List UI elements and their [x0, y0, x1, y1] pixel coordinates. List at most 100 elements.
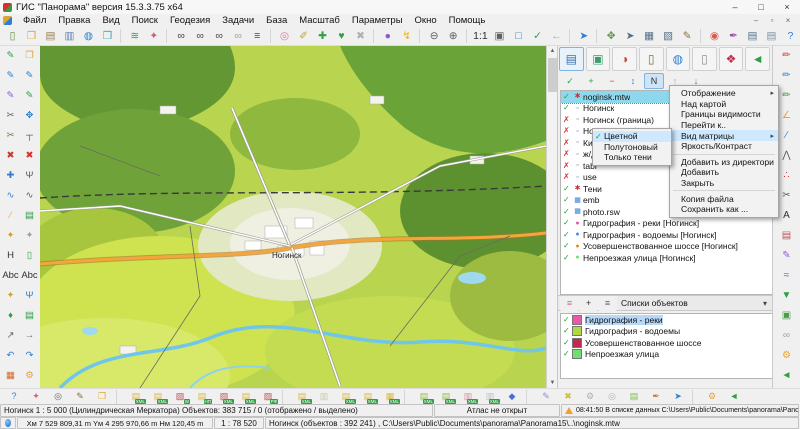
step-back-button[interactable]: ← [547, 27, 566, 45]
flag-add-button[interactable]: ▤ [623, 389, 645, 405]
zoom-out-button[interactable]: ⊖ [425, 27, 444, 45]
chevron-down-icon[interactable]: ▾ [763, 299, 767, 308]
edit-point-button[interactable]: ✎ [1, 66, 20, 86]
scroll-thumb[interactable] [548, 58, 557, 92]
tab-blank-doc-button[interactable]: ▯ [692, 47, 717, 71]
edit-blue-button[interactable]: ◆ [501, 389, 523, 405]
open-geoportal-button[interactable]: ◍ [79, 27, 98, 45]
lists-colored-button[interactable]: ≡ [560, 296, 579, 311]
visibility-on-icon[interactable]: ✓ [563, 208, 572, 216]
layer-row[interactable]: ✓●Гидрография - водоемы [Ногинск] [561, 229, 772, 241]
help-pointer-button[interactable]: ? [3, 389, 25, 405]
visibility-off-icon[interactable]: ✗ [563, 150, 572, 158]
highlight-ellipse-button[interactable]: ◎ [275, 27, 294, 45]
stamp-7-button[interactable]: ▨РФ [257, 389, 279, 405]
zoom-in-button[interactable]: ⊕ [444, 27, 463, 45]
height-tool-button[interactable]: H [1, 246, 20, 266]
sextant-button[interactable]: ✎ [69, 389, 91, 405]
select-list-button[interactable]: ▦ [640, 27, 659, 45]
geodesy-net-button[interactable]: Ψ [20, 286, 39, 306]
menu-item[interactable]: Границы видимости [670, 109, 778, 120]
scroll-up-icon[interactable]: ▲ [550, 46, 556, 56]
stamp-8-button[interactable]: ▤XML [291, 389, 313, 405]
menu-item[interactable]: Добавить из директории [670, 157, 778, 168]
object-list-row[interactable]: ✓Непроезжая улица [561, 349, 772, 361]
stamp-10-button[interactable]: ▤XML [335, 389, 357, 405]
maximize-window-button[interactable]: □ [748, 0, 774, 14]
select-screen-button[interactable]: □ [509, 27, 528, 45]
paint-box-button[interactable]: ▦ [1, 366, 20, 386]
stamp-5-button[interactable]: ▨XML [213, 389, 235, 405]
highlight-tools-button[interactable]: ✦ [25, 389, 47, 405]
visibility-on-icon[interactable]: ✓ [563, 316, 572, 324]
print-color-button[interactable]: ▤ [776, 226, 798, 246]
highlight-add-button[interactable]: ✚ [313, 27, 332, 45]
visibility-off-icon[interactable]: ✗ [563, 173, 572, 181]
diagram-button[interactable]: ♦ [1, 306, 20, 326]
undo-button[interactable]: ↶ [1, 346, 20, 366]
object-list-row[interactable]: ✓Гидрография - реки [561, 314, 772, 326]
open-dialog-button[interactable]: ❒ [20, 46, 39, 66]
funnel-button[interactable]: ✒ [645, 389, 667, 405]
visibility-on-icon[interactable]: ✓ [563, 231, 572, 239]
stamp-6-button[interactable]: ▤XML [235, 389, 257, 405]
open-data-button[interactable]: ❒ [91, 389, 113, 405]
lightning-button[interactable]: ↯ [397, 27, 416, 45]
tab-composition-button[interactable]: ◑ [612, 47, 637, 71]
scroll-down-icon[interactable]: ▼ [550, 378, 556, 388]
menu-item[interactable]: Яркость/Контраст [670, 141, 778, 152]
menu-помощь[interactable]: Помощь [443, 15, 492, 26]
menu-окно[interactable]: Окно [409, 15, 443, 26]
road-profile-button[interactable]: → [20, 326, 39, 346]
visibility-on-icon[interactable]: ✓ [563, 185, 572, 193]
export-doc-button[interactable]: ▯ [20, 246, 39, 266]
visibility-on-icon[interactable]: ✓ [563, 350, 572, 358]
sort-maps-button[interactable]: ↕ [623, 73, 643, 89]
find-object-button[interactable]: ∞ [172, 27, 191, 45]
eraser-x-button[interactable]: ✖ [557, 389, 579, 405]
camera-view-button[interactable]: ◎ [47, 389, 69, 405]
visibility-off-icon[interactable]: ✗ [563, 162, 572, 170]
cursor-select-button[interactable]: ➤ [574, 27, 593, 45]
stamp-3-button[interactable]: ▨W [169, 389, 191, 405]
lists-menu-button[interactable]: ≡ [598, 296, 617, 311]
text-abc-button[interactable]: Abc [1, 266, 20, 286]
visibility-off-icon[interactable]: ✗ [563, 127, 572, 135]
stamp-4-button[interactable]: ▤НП [191, 389, 213, 405]
scale-1-1-button[interactable]: 1:1 [471, 27, 490, 45]
eraser-tools-button[interactable]: ✎ [535, 389, 557, 405]
menu-item[interactable]: ✓Цветной [593, 131, 671, 142]
menu-item[interactable]: Полутоновый [593, 142, 671, 153]
select-maps-button[interactable]: ✓ [560, 73, 580, 89]
menu-вид[interactable]: Вид [96, 15, 125, 26]
redo-button[interactable]: ↷ [20, 346, 39, 366]
close-window-button[interactable]: × [774, 0, 800, 14]
text-abc-2-button[interactable]: Abc [20, 266, 39, 286]
align-node-button[interactable]: ┬ [20, 126, 39, 146]
pan-map-button[interactable]: ✥ [602, 27, 621, 45]
accept-edit-button[interactable]: ✎ [20, 86, 39, 106]
tab-legend-button[interactable]: ❖ [719, 47, 744, 71]
menu-база[interactable]: База [260, 15, 293, 26]
find-by-name-button[interactable]: ∞ [191, 27, 210, 45]
menu-item[interactable]: Сохранить как ... [670, 204, 778, 215]
menu-поиск[interactable]: Поиск [126, 15, 164, 26]
split-node-button[interactable]: Ψ [20, 166, 39, 186]
visibility-on-icon[interactable]: ✓ [563, 104, 572, 112]
create-object-button[interactable]: ✎ [1, 46, 20, 66]
visibility-on-icon[interactable]: ✓ [563, 327, 572, 335]
map-layers-button[interactable]: ≋ [125, 27, 144, 45]
highlight-clip-button[interactable]: ✐ [294, 27, 313, 45]
close-child-button[interactable]: × [780, 15, 796, 26]
visibility-on-icon[interactable]: ✓ [563, 339, 572, 347]
menu-параметры[interactable]: Параметры [346, 15, 409, 26]
restore-child-button[interactable]: ▫ [764, 15, 780, 26]
add-map-button[interactable]: + [581, 73, 601, 89]
add-list-button[interactable]: + [579, 296, 598, 311]
scissors-button[interactable]: ✂ [1, 126, 20, 146]
visibility-off-icon[interactable]: ✗ [563, 139, 572, 147]
save-copy-button[interactable]: ❒ [98, 27, 117, 45]
measure-ruler-button[interactable]: ∕ [1, 206, 20, 226]
find-disabled-button[interactable]: ∞ [229, 27, 248, 45]
settings-gear-button[interactable]: ⚙ [20, 366, 39, 386]
